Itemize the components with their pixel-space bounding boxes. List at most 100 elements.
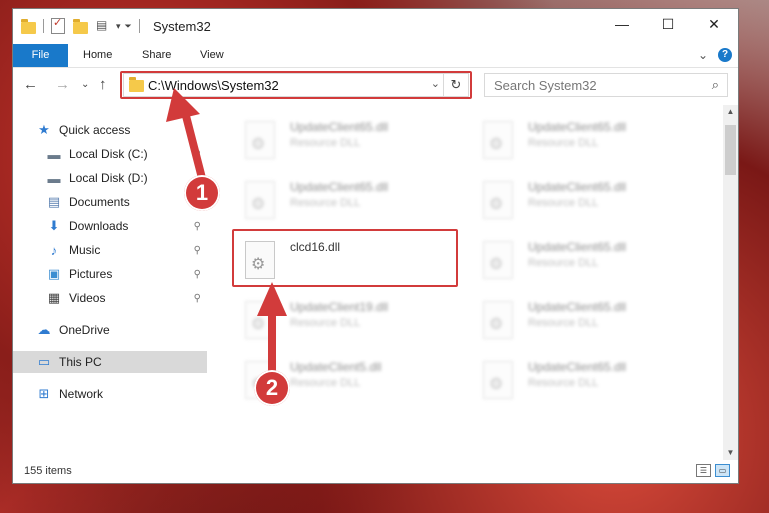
quick-access-toolbar: ▤ ▾ ⏷ [21,16,143,34]
close-button[interactable]: ✕ [691,9,737,39]
explorer-window: ▤ ▾ ⏷ System32 — ☐ ✕ File Home Share Vie… [12,8,739,484]
pin-icon[interactable]: ⚲ [194,269,201,280]
forward-button[interactable]: → [55,76,70,93]
qat-customize-icon[interactable]: ⏷ [125,21,132,32]
search-input[interactable]: Search System32 [494,78,597,93]
sidebar-item-label: Pictures [69,267,113,281]
sidebar-item-label: Downloads [69,219,129,233]
search-box[interactable]: Search System32 ⌕ [484,73,728,97]
file-type: Resource DLL [528,377,599,389]
cloud-icon: ☁ [37,322,51,337]
sidebar-item-this-pc[interactable]: ▭ This PC [13,351,207,373]
sidebar-item-onedrive[interactable]: ☁ OneDrive [13,319,207,341]
file-name: UpdateClient65.dll [290,180,389,194]
file-item[interactable]: UpdateClient19.dll Resource DLL [245,295,475,351]
dll-file-icon [245,181,275,219]
qat-dropdown-icon[interactable]: ▾ [116,21,121,32]
file-name: UpdateClient65.dll [290,120,389,134]
minimize-button[interactable]: — [599,9,645,39]
search-icon[interactable]: ⌕ [712,77,719,93]
file-type: Resource DLL [528,257,599,269]
pin-icon[interactable]: ⚲ [194,221,201,232]
sidebar-item-quick-access[interactable]: ★ Quick access [13,119,207,141]
file-name: UpdateClient19.dll [290,300,389,314]
tab-view[interactable]: View [200,44,224,67]
sidebar-item-label: Quick access [59,123,131,137]
maximize-button[interactable]: ☐ [645,9,691,39]
large-icons-view-icon[interactable]: ▭ [715,464,730,477]
file-type: Resource DLL [290,377,361,389]
properties-icon[interactable] [51,16,65,34]
recent-locations-button[interactable]: ⌄ [81,79,89,90]
sidebar-item-label: Music [69,243,101,257]
file-type: Resource DLL [528,137,599,149]
tab-home[interactable]: Home [83,44,112,67]
up-button[interactable]: ↑ [99,76,107,93]
divider [138,19,140,33]
customize-icon[interactable]: ▤ [96,18,112,34]
step-1-callout: 1 [184,175,220,211]
videos-icon: ▦ [47,290,61,305]
file-item[interactable]: UpdateClient65.dll Resource DLL [245,115,475,171]
file-type: Resource DLL [290,137,361,149]
sidebar-item-pictures[interactable]: ▣ Pictures ⚲ [13,263,207,285]
file-type: Resource DLL [528,197,599,209]
file-item[interactable]: UpdateClient65.dll Resource DLL [245,175,475,231]
dll-file-icon [483,301,513,339]
help-icon[interactable]: ? [718,48,732,62]
pin-icon[interactable]: ⚲ [194,245,201,256]
sidebar-item-documents[interactable]: ▤Documents⚲ [13,191,207,213]
file-item[interactable]: UpdateClient65.dll Resource DLL [483,355,713,411]
scroll-up-icon[interactable]: ▲ [723,105,738,119]
sidebar-item-videos[interactable]: ▦ Videos ⚲ [13,287,207,309]
file-name: UpdateClient5.dll [290,360,382,374]
file-type: Resource DLL [290,317,361,329]
file-name: UpdateClient65.dll [528,180,627,194]
file-item[interactable]: UpdateClient65.dll Resource DLL [483,115,713,171]
sidebar-item-label: Local Disk (C:) [69,147,148,161]
scroll-down-icon[interactable]: ▼ [723,446,738,460]
sidebar-item-label: Network [59,387,104,401]
sidebar-item-downloads[interactable]: ⬇ Downloads ⚲ [13,215,207,237]
file-name: UpdateClient65.dll [528,360,627,374]
sidebar-item-local-disk-c[interactable]: ▬ Local Disk (C:) ⚲ [13,143,207,165]
dll-file-icon [483,361,513,399]
drive-icon: ▬ [47,170,61,186]
sidebar-item-local-disk-d[interactable]: ▬ Local Disk (D:) [13,167,207,189]
vertical-scrollbar[interactable]: ▲ ▼ [723,105,738,460]
sidebar-item-network[interactable]: ⊞ Network [13,383,207,405]
tab-file[interactable]: File [13,44,68,67]
sidebar-item-label: Local Disk (D:) [69,171,148,185]
back-button[interactable]: ← [23,76,38,93]
computer-icon: ▭ [37,354,51,369]
file-item[interactable]: UpdateClient65.dll Resource DLL [483,235,713,291]
step-2-callout: 2 [254,370,290,406]
sidebar-item-label: OneDrive [59,323,110,337]
file-type: Resource DLL [528,317,599,329]
divider [43,19,44,33]
file-name: UpdateClient65.dll [528,120,627,134]
new-folder-icon[interactable] [73,18,88,34]
details-view-icon[interactable]: ☰ [696,464,711,477]
status-bar: 155 items ☰ ▭ [13,461,738,483]
pin-icon[interactable]: ⚲ [194,293,201,304]
sidebar-item-label: Videos [69,291,106,305]
scroll-thumb[interactable] [725,125,736,175]
pin-icon[interactable]: ⚲ [194,149,201,160]
drive-icon: ▬ [47,146,61,162]
address-row: ← → ⌄ ↑ C:\Windows\System32 ⌄ ↻ Search S… [13,68,738,102]
file-type: Resource DLL [290,197,361,209]
ribbon-tabs: File Home Share View ⌄ ? [13,44,738,68]
network-icon: ⊞ [38,386,50,401]
sidebar-item-music[interactable]: ♪ Music ⚲ [13,239,207,261]
download-icon: ⬇ [48,218,60,233]
file-name: UpdateClient65.dll [528,300,627,314]
documents-icon: ▤ [47,194,61,209]
dll-file-icon [483,121,513,159]
expand-ribbon-icon[interactable]: ⌄ [698,48,708,62]
file-item[interactable]: UpdateClient65.dll Resource DLL [483,295,713,351]
folder-icon [21,18,36,34]
pictures-icon: ▣ [47,266,61,281]
file-item[interactable]: UpdateClient65.dll Resource DLL [483,175,713,231]
tab-share[interactable]: Share [142,44,171,67]
